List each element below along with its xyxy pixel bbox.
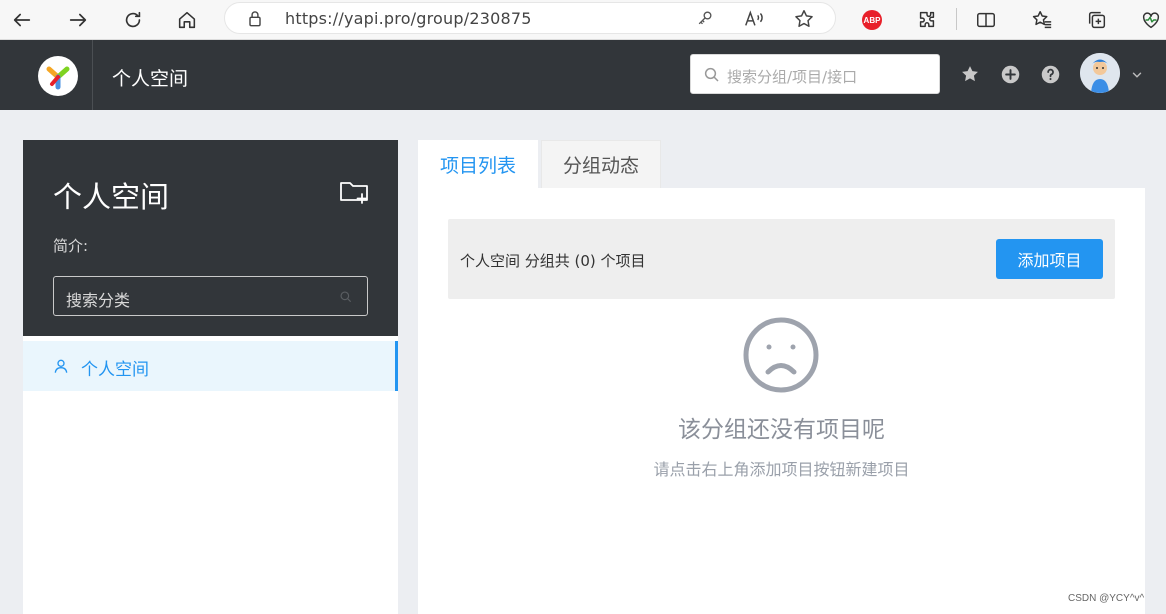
sidebar-description-label: 简介: <box>53 237 89 255</box>
sidebar-item-personal-space[interactable]: 个人空间 <box>23 341 398 391</box>
back-icon <box>13 13 31 27</box>
header-search[interactable]: 搜索分组/项目/接口 <box>690 54 940 94</box>
sidebar-title: 个人空间 <box>53 180 170 214</box>
add-project-button[interactable]: 添加项目 <box>996 239 1103 279</box>
performance-icon <box>1142 12 1160 29</box>
toolbar-divider <box>956 8 957 30</box>
tab-project-list[interactable]: 项目列表 <box>418 140 538 188</box>
extensions-button[interactable] <box>912 5 942 35</box>
project-count-text: 个人空间 分组共 (0) 个项目 <box>460 252 646 270</box>
back-button[interactable] <box>6 4 38 36</box>
adblock-button[interactable]: ABP <box>857 5 887 35</box>
category-search-input[interactable]: 搜索分类 <box>53 276 368 316</box>
favorites-button[interactable] <box>1027 5 1057 35</box>
favorites-icon <box>1032 11 1052 29</box>
empty-state-subtitle: 请点击右上角添加项目按钮新建项目 <box>653 460 910 479</box>
sidebar-item-label: 个人空间 <box>81 360 149 380</box>
folder-add-icon[interactable] <box>339 178 371 206</box>
header-title[interactable]: 个人空间 <box>112 64 188 91</box>
url-text[interactable]: https://yapi.pro/group/230875 <box>285 9 532 28</box>
forward-button[interactable] <box>62 4 94 36</box>
sidebar: 个人空间 简介: 搜索分类 个人空间 <box>23 140 398 614</box>
split-screen-icon <box>977 12 995 28</box>
empty-state-title: 该分组还没有项目呢 <box>678 417 885 443</box>
logo-icon <box>46 66 70 90</box>
home-button[interactable] <box>171 4 203 36</box>
address-bar[interactable]: https://yapi.pro/group/230875 <box>224 2 836 34</box>
extensions-icon <box>919 11 935 28</box>
sad-face-icon <box>743 317 819 393</box>
star-button[interactable] <box>959 63 981 85</box>
read-aloud-icon[interactable] <box>743 8 765 30</box>
collections-button[interactable] <box>1082 5 1112 35</box>
star-filled-icon <box>962 66 978 82</box>
help-icon <box>1041 65 1059 83</box>
plus-circle-icon <box>1001 65 1019 83</box>
browser-toolbar: https://yapi.pro/group/230875 ABP <box>0 0 1166 40</box>
adblock-icon: ABP <box>862 10 882 30</box>
collections-icon <box>1088 11 1106 29</box>
header-divider <box>92 40 93 110</box>
forward-icon <box>69 13 87 27</box>
refresh-icon <box>125 11 141 28</box>
key-icon[interactable] <box>695 8 715 28</box>
lock-icon[interactable] <box>245 9 265 29</box>
header-search-placeholder: 搜索分组/项目/接口 <box>727 68 858 86</box>
search-icon <box>704 67 719 82</box>
user-icon <box>54 359 68 373</box>
chevron-down-icon[interactable] <box>1130 68 1144 82</box>
avatar[interactable] <box>1080 53 1120 93</box>
split-screen-button[interactable] <box>971 5 1001 35</box>
project-summary-bar: 个人空间 分组共 (0) 个项目 添加项目 <box>448 219 1115 299</box>
category-search-placeholder: 搜索分类 <box>66 291 131 310</box>
app-header: 个人空间 搜索分组/项目/接口 <box>0 40 1166 110</box>
watermark: CSDN @YCY^v^ <box>1068 593 1145 604</box>
refresh-button[interactable] <box>117 4 149 36</box>
home-icon <box>178 11 196 29</box>
performance-button[interactable] <box>1136 5 1166 35</box>
yapi-logo[interactable] <box>38 56 78 96</box>
add-button[interactable] <box>999 63 1021 85</box>
help-button[interactable] <box>1039 63 1061 85</box>
main-panel: 个人空间 分组共 (0) 个项目 添加项目 该分组还没有项目呢 请点击右上角添加… <box>418 188 1145 614</box>
tab-group-activity[interactable]: 分组动态 <box>541 140 661 188</box>
sidebar-header: 个人空间 简介: 搜索分类 <box>23 140 398 336</box>
avatar-image <box>1080 53 1120 93</box>
search-icon <box>340 291 352 303</box>
star-icon[interactable] <box>793 8 815 30</box>
